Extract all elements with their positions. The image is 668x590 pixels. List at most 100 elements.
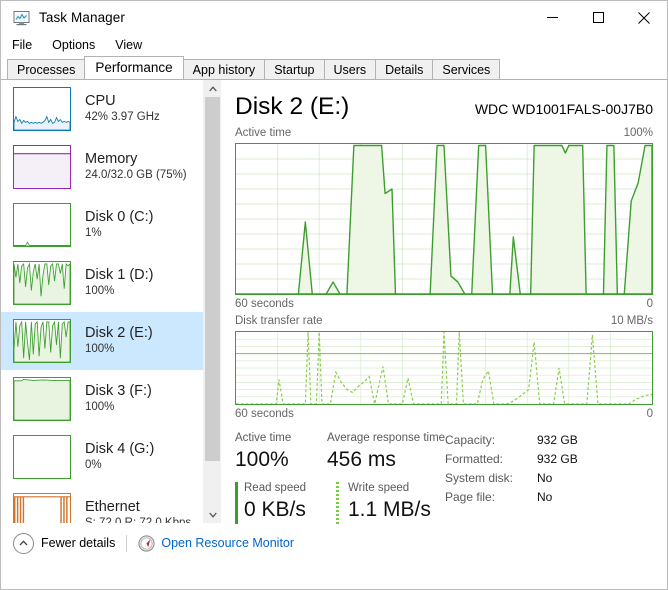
active-time-stat-label: Active time	[235, 432, 292, 444]
info-row-page-file: Page file: No	[445, 488, 653, 507]
info-row-formatted: Formatted: 932 GB	[445, 450, 653, 469]
write-speed-label: Write speed	[348, 482, 410, 494]
sidebar-item-memory[interactable]: Memory 24.0/32.0 GB (75%)	[1, 138, 204, 196]
tab-startup[interactable]: Startup	[264, 59, 325, 79]
tab-processes[interactable]: Processes	[7, 59, 86, 79]
menu-options[interactable]: Options	[50, 36, 104, 54]
panel-header: Disk 2 (E:) WDC WD1001FALS-00J7B0	[235, 92, 653, 126]
disk-0-meta: Disk 0 (C:) 1%	[85, 209, 153, 241]
memory-thumbnail	[13, 145, 71, 189]
disk-1-thumbnail	[13, 261, 71, 305]
task-manager-icon	[13, 10, 30, 26]
sidebar-item-sub: 100%	[85, 343, 115, 355]
task-manager-window: Task Manager File Options View Processes…	[0, 0, 668, 590]
sidebar-item-disk-3[interactable]: Disk 3 (F:) 100%	[1, 370, 204, 428]
read-speed-value: 0 KB/s	[244, 498, 306, 521]
fewer-details-label: Fewer details	[41, 536, 116, 550]
sidebar-scrollbar[interactable]	[203, 80, 221, 523]
minimize-button[interactable]	[529, 1, 575, 34]
close-button[interactable]	[621, 1, 667, 34]
response-time-stat: Average response time 456 ms	[327, 430, 445, 473]
active-time-graph-title: Active time	[235, 127, 292, 139]
disk-model-name: WDC WD1001FALS-00J7B0	[474, 101, 653, 117]
read-speed-label: Read speed	[244, 482, 307, 494]
fewer-details-button[interactable]: Fewer details	[13, 532, 116, 554]
response-time-stat-value: 456 ms	[327, 448, 396, 471]
write-speed-stat: Write speed 1.1 MB/s	[336, 480, 440, 524]
disk-statistics: Active time 100% Average response time 4…	[235, 430, 653, 524]
sidebar-item-label: Memory	[85, 151, 138, 167]
sidebar-item-sub: 0%	[85, 459, 102, 471]
cpu-thumbnail	[13, 87, 71, 131]
sidebar-item-ethernet[interactable]: Ethernet S: 72.0 R: 72.0 Kbps	[1, 486, 204, 523]
sidebar-item-disk-2[interactable]: Disk 2 (E:) 100%	[1, 312, 204, 370]
window-controls	[529, 1, 667, 34]
tab-services[interactable]: Services	[432, 59, 501, 79]
status-bar: Fewer details Open Resource Monitor	[1, 523, 667, 563]
write-speed-value: 1.1 MB/s	[348, 498, 431, 521]
footer-separator	[126, 534, 128, 552]
disk-3-meta: Disk 3 (F:) 100%	[85, 383, 152, 415]
info-value: 932 GB	[537, 433, 578, 447]
response-time-stat-label: Average response time	[327, 432, 446, 444]
ethernet-meta: Ethernet S: 72.0 R: 72.0 Kbps	[85, 499, 191, 523]
info-value: No	[537, 490, 553, 504]
tab-users[interactable]: Users	[323, 59, 377, 79]
disk-2-thumbnail	[13, 319, 71, 363]
resource-monitor-icon	[138, 534, 155, 552]
sidebar-item-sub: S: 72.0 R: 72.0 Kbps	[85, 517, 192, 523]
sidebar-item-disk-1[interactable]: Disk 1 (D:) 100%	[1, 254, 204, 312]
disk-2-meta: Disk 2 (E:) 100%	[85, 325, 153, 357]
tab-app-history[interactable]: App history	[182, 59, 266, 79]
sidebar-item-sub: 100%	[85, 285, 115, 297]
menu-view[interactable]: View	[113, 36, 151, 54]
scrollbar-thumb[interactable]	[205, 97, 220, 461]
title-bar: Task Manager	[1, 1, 667, 34]
menu-bar: File Options View	[1, 34, 667, 56]
active-time-graph-labels: Active time 100%	[235, 126, 653, 141]
tab-performance[interactable]: Performance	[84, 56, 184, 79]
content-area: CPU 42% 3.97 GHz Memory 24.0/32.0 GB (75…	[1, 80, 667, 524]
transfer-rate-graph-axis: 60 seconds 0	[235, 406, 653, 422]
sidebar-item-disk-4[interactable]: Disk 4 (G:) 0%	[1, 428, 204, 486]
transfer-rate-graph-labels: Disk transfer rate 10 MB/s	[235, 314, 653, 329]
sidebar-item-disk-0[interactable]: Disk 0 (C:) 1%	[1, 196, 204, 254]
sidebar-item-label: Ethernet	[85, 499, 140, 515]
sidebar-item-label: Disk 1 (D:)	[85, 267, 154, 283]
active-time-stat: Active time 100%	[235, 430, 327, 473]
sidebar-item-label: Disk 3 (F:)	[85, 383, 152, 399]
ethernet-thumbnail	[13, 493, 71, 523]
info-key: System disk:	[445, 471, 514, 485]
page-title: Disk 2 (E:)	[235, 93, 350, 120]
sidebar-item-sub: 1%	[85, 227, 102, 239]
sidebar-item-label: Disk 4 (G:)	[85, 441, 155, 457]
open-resource-monitor-link[interactable]: Open Resource Monitor	[138, 534, 295, 552]
read-speed-legend-swatch	[235, 482, 238, 524]
transfer-rate-x-left: 60 seconds	[235, 408, 294, 420]
sidebar-item-label: Disk 0 (C:)	[85, 209, 154, 225]
menu-file[interactable]: File	[10, 36, 41, 54]
tab-strip: Processes Performance App history Startu…	[1, 56, 667, 80]
info-value: No	[537, 471, 553, 485]
active-time-x-left: 60 seconds	[235, 298, 294, 310]
sidebar-item-label: Disk 2 (E:)	[85, 325, 153, 341]
sidebar-item-label: CPU	[85, 93, 116, 109]
maximize-button[interactable]	[575, 1, 621, 34]
transfer-rate-x-right: 0	[646, 408, 653, 420]
active-time-stat-value: 100%	[235, 448, 289, 471]
sidebar-item-sub: 24.0/32.0 GB (75%)	[85, 169, 187, 181]
scroll-up-button[interactable]	[204, 80, 221, 97]
chevron-up-circle-icon	[13, 532, 34, 554]
transfer-rate-graph-title: Disk transfer rate	[235, 315, 323, 327]
open-resource-monitor-label: Open Resource Monitor	[161, 536, 295, 550]
stat-row-top: Active time 100% Average response time 4…	[235, 430, 445, 473]
info-key: Formatted:	[445, 452, 504, 466]
window-title: Task Manager	[39, 10, 125, 25]
transfer-rate-graph	[235, 331, 653, 405]
tab-details[interactable]: Details	[375, 59, 434, 79]
cpu-meta: CPU 42% 3.97 GHz	[85, 93, 160, 125]
scroll-down-button[interactable]	[204, 506, 221, 523]
sidebar-item-sub: 100%	[85, 401, 115, 413]
info-value: 932 GB	[537, 452, 578, 466]
sidebar-item-cpu[interactable]: CPU 42% 3.97 GHz	[1, 80, 204, 138]
